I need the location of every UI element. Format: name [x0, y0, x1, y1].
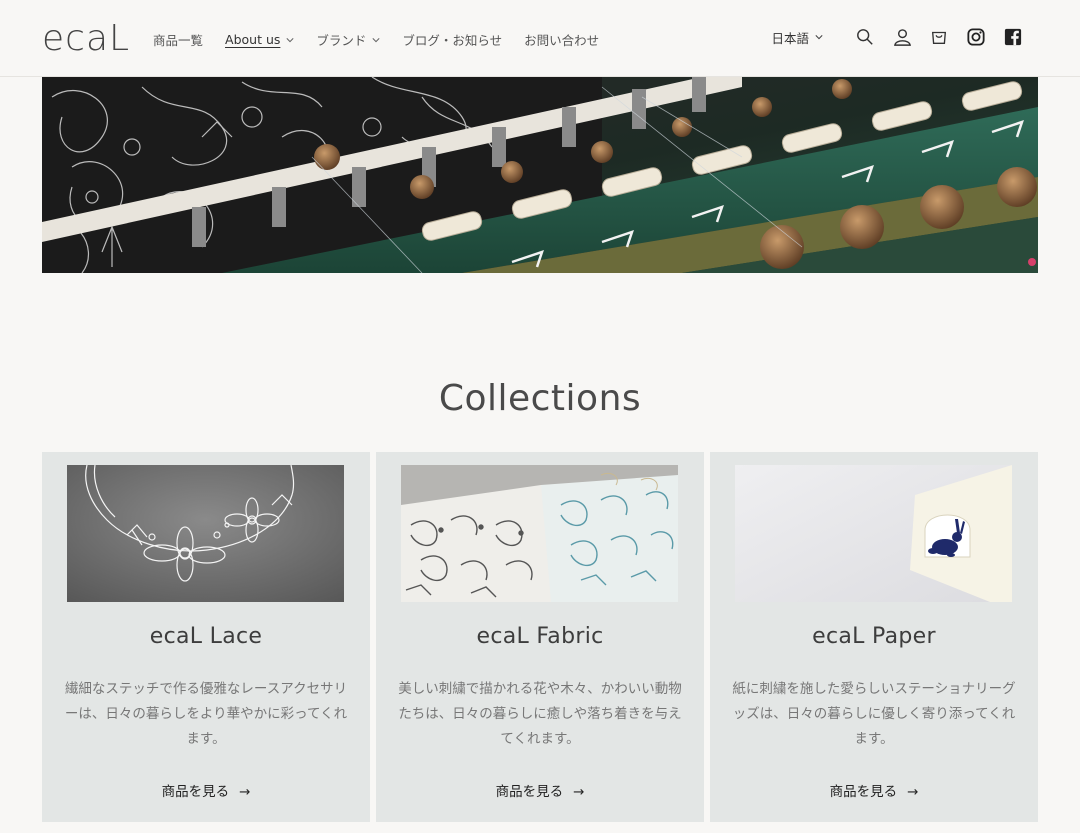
- hero-banner-image: [42, 77, 1038, 273]
- collection-card-lace[interactable]: ecaL Lace 繊細なステッチで作る優雅なレースアクセサリーは、日々の暮らし…: [42, 452, 370, 822]
- nav-item-blog[interactable]: ブログ・お知らせ: [402, 30, 502, 49]
- chevron-down-icon: [372, 37, 380, 42]
- card-description: 繊細なステッチで作る優雅なレースアクセサリーは、日々の暮らしをより華やかに彩って…: [64, 681, 348, 747]
- logo[interactable]: ecaL: [42, 18, 130, 59]
- nav-item-label: 商品一覧: [153, 33, 204, 48]
- arrow-right-icon: →: [239, 784, 251, 800]
- nav-item-brand[interactable]: ブランド: [316, 30, 380, 49]
- card-title: ecaL Paper: [812, 624, 936, 649]
- nav-item-label: ブランド: [316, 33, 367, 48]
- card-title: ecaL Lace: [149, 624, 263, 649]
- chevron-down-icon: [815, 35, 823, 40]
- card-description: 紙に刺繍を施した愛らしいステーショナリーグッズは、日々の暮らしに優しく寄り添って…: [732, 681, 1016, 747]
- view-products-link[interactable]: 商品を見る →: [376, 780, 704, 800]
- account-icon[interactable]: [891, 26, 913, 48]
- card-title: ecaL Fabric: [476, 624, 604, 649]
- search-icon[interactable]: [854, 26, 876, 48]
- nav-item-about[interactable]: About us: [225, 30, 294, 49]
- nav-item-label: About us: [225, 32, 281, 47]
- collection-card-paper[interactable]: ecaL Paper 紙に刺繍を施した愛らしいステーショナリーグッズは、日々の暮…: [710, 452, 1038, 822]
- nav-item-contact[interactable]: お問い合わせ: [524, 30, 599, 49]
- nav-item-label: ブログ・お知らせ: [402, 33, 503, 48]
- arrow-right-icon: →: [573, 784, 585, 800]
- facebook-icon[interactable]: [1002, 26, 1024, 48]
- card-description: 美しい刺繍で描かれる花や木々、かわいい動物たちは、日々の暮らしに癒しや落ち着きを…: [398, 681, 682, 747]
- nav-item-label: お問い合わせ: [524, 33, 600, 48]
- cart-icon[interactable]: [928, 26, 950, 48]
- chevron-down-icon: [286, 37, 294, 42]
- fabric-product-image: [401, 465, 678, 602]
- main-nav: 商品一覧 About us ブランド ブログ・お知らせ お問い合わせ: [153, 30, 621, 49]
- arrow-right-icon: →: [907, 784, 919, 800]
- header-actions: 日本語: [771, 26, 1024, 48]
- paper-product-image: [735, 465, 1012, 602]
- embroidery-machine-illustration: [42, 77, 1038, 273]
- view-products-link[interactable]: 商品を見る →: [42, 780, 370, 800]
- instagram-icon[interactable]: [965, 26, 987, 48]
- language-label: 日本語: [771, 30, 809, 46]
- collection-card-fabric[interactable]: ecaL Fabric 美しい刺繍で描かれる花や木々、かわいい動物たちは、日々の…: [376, 452, 704, 822]
- nav-item-products[interactable]: 商品一覧: [153, 30, 203, 49]
- view-products-label: 商品を見る: [495, 784, 564, 800]
- lace-product-image: [67, 465, 344, 602]
- site-header: ecaL 商品一覧 About us ブランド ブログ・お知らせ お問い合わせ …: [0, 0, 1080, 77]
- view-products-label: 商品を見る: [161, 784, 230, 800]
- collections-title: Collections: [438, 378, 642, 419]
- language-selector[interactable]: 日本語: [771, 28, 823, 47]
- view-products-link[interactable]: 商品を見る →: [710, 780, 1038, 800]
- view-products-label: 商品を見る: [829, 784, 898, 800]
